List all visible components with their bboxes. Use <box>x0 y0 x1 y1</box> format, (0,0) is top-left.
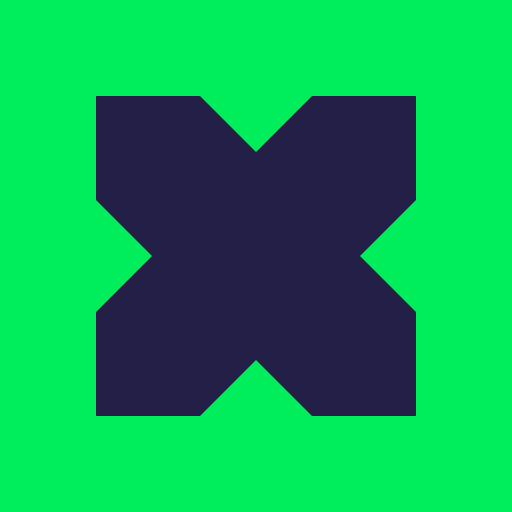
x-mark-icon <box>96 96 416 416</box>
x-mark-shape <box>96 96 416 416</box>
app-icon <box>0 0 512 512</box>
